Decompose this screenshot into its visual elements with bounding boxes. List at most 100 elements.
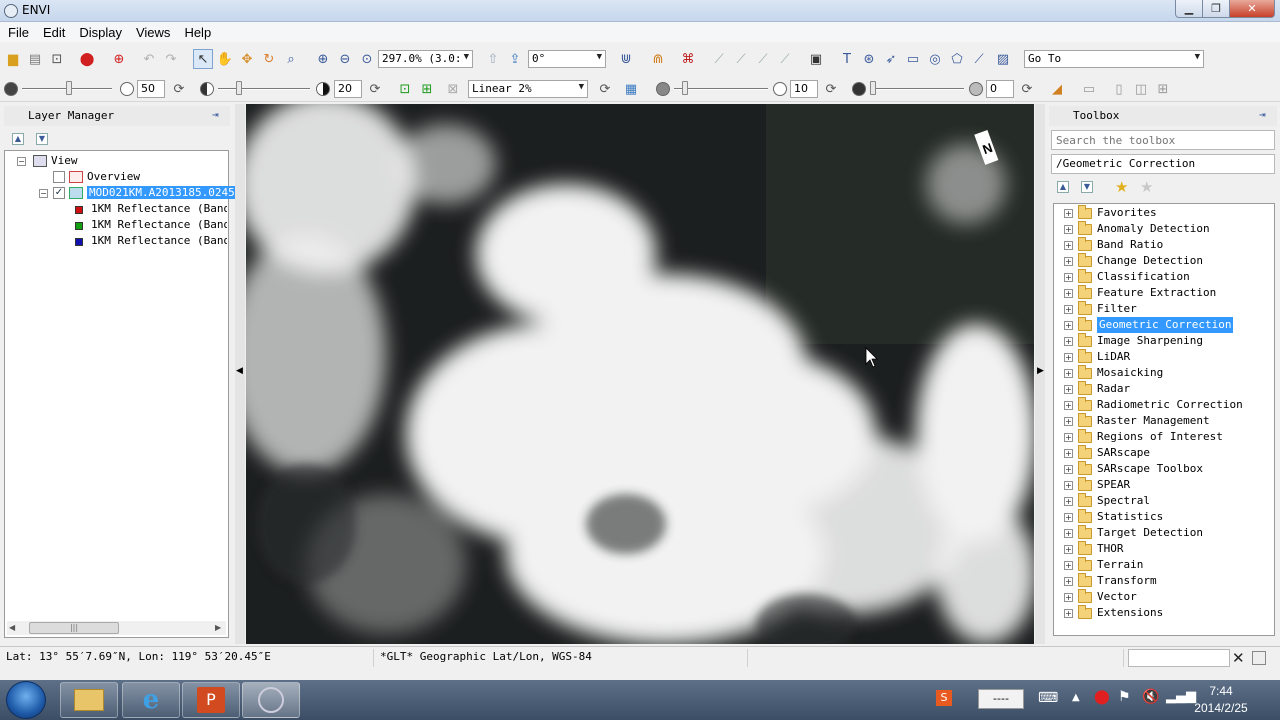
expander-favorites[interactable]: + bbox=[1064, 209, 1073, 218]
add-favorite-icon[interactable]: ★ bbox=[1115, 178, 1128, 196]
four-views-icon[interactable]: ⊞ bbox=[1154, 80, 1172, 98]
toolbox-item-mosaicking[interactable]: Mosaicking bbox=[1097, 365, 1163, 381]
menu-display[interactable]: Display bbox=[79, 25, 130, 40]
keyboard-icon[interactable]: ⌨ bbox=[1038, 690, 1058, 706]
expander-mosaicking[interactable]: + bbox=[1064, 369, 1073, 378]
view-expander[interactable]: − bbox=[17, 157, 26, 166]
minimize-button[interactable]: ▁ bbox=[1175, 0, 1203, 18]
close-button[interactable]: ✕ bbox=[1229, 0, 1275, 18]
rotate-reset-icon[interactable]: ⇪ bbox=[506, 50, 524, 68]
expander-sarscape[interactable]: + bbox=[1064, 449, 1073, 458]
sharpen-slider[interactable] bbox=[674, 88, 768, 90]
scroll-thumb[interactable]: ||| bbox=[29, 622, 119, 634]
contrast-slider[interactable] bbox=[218, 88, 310, 90]
transparency-value[interactable]: 0 bbox=[986, 80, 1014, 98]
menu-views[interactable]: Views bbox=[136, 25, 178, 40]
ellipse-annotation-icon[interactable]: ◎ bbox=[926, 50, 944, 68]
text-annotation-icon[interactable]: T bbox=[838, 50, 856, 68]
polyline3-icon[interactable]: ⟋ bbox=[754, 50, 772, 68]
expander-change-detection[interactable]: + bbox=[1064, 257, 1073, 266]
goto-combo[interactable]: Go To ▼ bbox=[1024, 50, 1204, 68]
toolbox-item-sarscape[interactable]: SARscape bbox=[1097, 445, 1150, 461]
toolbox-item-feature-extraction[interactable]: Feature Extraction bbox=[1097, 285, 1216, 301]
envi-taskbar-icon[interactable] bbox=[242, 682, 300, 718]
expand-all-icon[interactable]: ▼ bbox=[1081, 181, 1093, 193]
pan-hand-icon[interactable]: ✋ bbox=[216, 50, 234, 68]
maximize-button[interactable]: ❐ bbox=[1202, 0, 1230, 18]
sogou-ime-icon[interactable]: S bbox=[936, 690, 952, 706]
expander-lidar[interactable]: + bbox=[1064, 353, 1073, 362]
horizontal-scrollbar[interactable]: ◀ ||| ▶ bbox=[7, 621, 226, 635]
expander-geometric-correction[interactable]: + bbox=[1064, 321, 1073, 330]
overview-node[interactable]: Overview bbox=[69, 169, 140, 185]
symbol-annotation-icon[interactable]: ⊛ bbox=[860, 50, 878, 68]
start-button[interactable] bbox=[6, 681, 46, 719]
rotate-icon[interactable]: ↻ bbox=[260, 50, 278, 68]
band-red-node[interactable]: 1KM Reflectance (Band 1 bbox=[91, 201, 227, 217]
toolbox-item-vector[interactable]: Vector bbox=[1097, 589, 1137, 605]
brightness-slider-thumb[interactable] bbox=[66, 81, 72, 95]
resize-grip-icon[interactable] bbox=[1252, 651, 1266, 665]
volume-muted-icon[interactable]: 🔇 bbox=[1142, 689, 1159, 705]
explorer-taskbar-icon[interactable] bbox=[60, 682, 118, 718]
brightness-value[interactable]: 50 bbox=[137, 80, 165, 98]
redo-icon[interactable]: ↷ bbox=[162, 50, 180, 68]
expander-classification[interactable]: + bbox=[1064, 273, 1073, 282]
cancel-process-icon[interactable]: ✕ bbox=[1232, 649, 1245, 667]
remove-favorite-icon[interactable]: ★ bbox=[1140, 178, 1153, 196]
zoom-out-icon[interactable]: ⊖ bbox=[336, 50, 354, 68]
toolbox-item-classification[interactable]: Classification bbox=[1097, 269, 1190, 285]
polyline-icon[interactable]: ⟋ bbox=[710, 50, 728, 68]
rotate-up-icon[interactable]: ⇧ bbox=[484, 50, 502, 68]
transparency-slider[interactable] bbox=[870, 88, 964, 90]
expander-extensions[interactable]: + bbox=[1064, 609, 1073, 618]
toolbox-item-filter[interactable]: Filter bbox=[1097, 301, 1137, 317]
toolbox-item-statistics[interactable]: Statistics bbox=[1097, 509, 1163, 525]
toolbox-item-regions-of-interest[interactable]: Regions of Interest bbox=[1097, 429, 1223, 445]
rectangle-annotation-icon[interactable]: ▭ bbox=[904, 50, 922, 68]
reset-contrast-icon[interactable]: ⟳ bbox=[366, 80, 384, 98]
reset-stretch-icon[interactable]: ⟳ bbox=[596, 80, 614, 98]
sharpen-slider-thumb[interactable] bbox=[682, 81, 688, 95]
polyline-annotation-icon[interactable]: ⟋ bbox=[970, 50, 988, 68]
toolbox-item-extensions[interactable]: Extensions bbox=[1097, 605, 1163, 621]
toolbox-item-terrain[interactable]: Terrain bbox=[1097, 557, 1143, 573]
select-pointer-icon[interactable]: ↖ bbox=[193, 49, 213, 69]
panel-pin-icon[interactable]: ⇥ bbox=[212, 108, 219, 121]
layer-checkbox[interactable]: ✓ bbox=[53, 187, 65, 199]
toolbox-item-spectral[interactable]: Spectral bbox=[1097, 493, 1150, 509]
reset-sharpen-icon[interactable]: ⟳ bbox=[822, 80, 840, 98]
arrow-annotation-icon[interactable]: ➶ bbox=[882, 50, 900, 68]
action-center-icon[interactable]: ⚑ bbox=[1118, 689, 1131, 705]
picture-annotation-icon[interactable]: ▨ bbox=[994, 50, 1012, 68]
expander-anomaly-detection[interactable]: + bbox=[1064, 225, 1073, 234]
toolbox-item-lidar[interactable]: LiDAR bbox=[1097, 349, 1130, 365]
undo-icon[interactable]: ↶ bbox=[140, 50, 158, 68]
band-green-node[interactable]: 1KM Reflectance (Band 4 bbox=[91, 217, 227, 233]
fly-icon[interactable]: ✥ bbox=[238, 50, 256, 68]
raster-layer-node[interactable]: MOD021KM.A2013185.0245 bbox=[69, 185, 237, 201]
pixel-locator-icon[interactable]: ▣ bbox=[807, 50, 825, 68]
show-hidden-icons[interactable]: ▲ bbox=[1072, 692, 1080, 703]
expander-feature-extraction[interactable]: + bbox=[1064, 289, 1073, 298]
ime-input-box[interactable]: ---- bbox=[978, 689, 1024, 709]
contrast-value[interactable]: 20 bbox=[334, 80, 362, 98]
contrast-slider-thumb[interactable] bbox=[236, 81, 242, 95]
menu-file[interactable]: File bbox=[8, 25, 37, 40]
scroll-right-icon[interactable]: ▶ bbox=[215, 623, 221, 632]
expander-image-sharpening[interactable]: + bbox=[1064, 337, 1073, 346]
expander-vector[interactable]: + bbox=[1064, 593, 1073, 602]
internet-explorer-taskbar-icon[interactable]: e bbox=[122, 682, 180, 718]
open-folder-icon[interactable]: ▆ bbox=[4, 50, 22, 68]
single-view-icon[interactable]: ▯ bbox=[1110, 80, 1128, 98]
expander-raster-management[interactable]: + bbox=[1064, 417, 1073, 426]
expander-regions-of-interest[interactable]: + bbox=[1064, 433, 1073, 442]
polyline4-icon[interactable]: ⟋ bbox=[776, 50, 794, 68]
data-manager-icon[interactable]: ▤ bbox=[26, 50, 44, 68]
panel-pin-icon[interactable]: ⇥ bbox=[1259, 108, 1266, 121]
reset-transparency-icon[interactable]: ⟳ bbox=[1018, 80, 1036, 98]
toolbox-search-input[interactable] bbox=[1051, 130, 1275, 150]
expander-spectral[interactable]: + bbox=[1064, 497, 1073, 506]
menu-help[interactable]: Help bbox=[184, 25, 219, 40]
stretch-lock-icon[interactable]: ⊠ bbox=[444, 80, 462, 98]
